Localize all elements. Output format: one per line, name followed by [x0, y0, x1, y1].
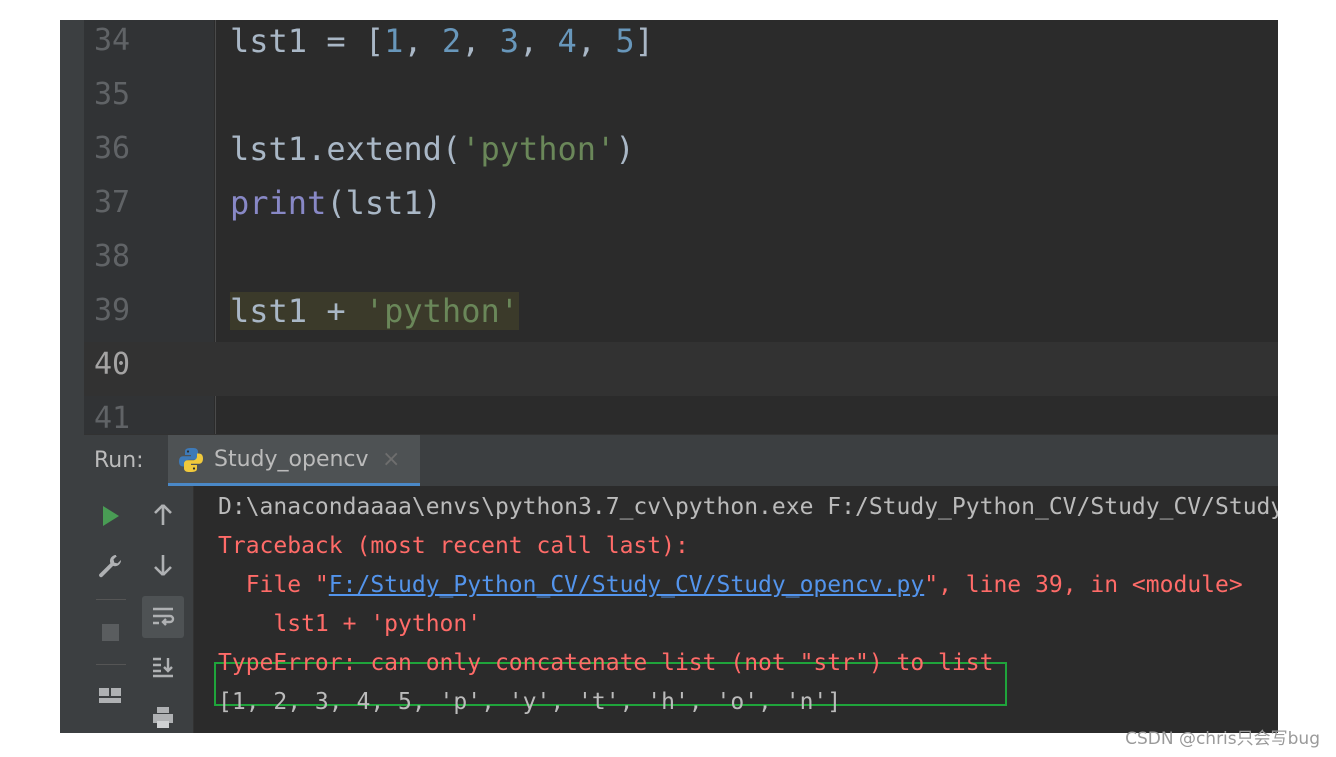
editor-line[interactable]: 36 lst1.extend('python') — [84, 126, 1278, 180]
code-text: lst1.extend('python') — [230, 126, 635, 180]
stop-button[interactable] — [84, 608, 136, 654]
code-token: lst1.extend( — [230, 130, 462, 168]
play-icon — [103, 506, 119, 526]
code-token: , — [518, 22, 558, 60]
run-toolbar-secondary — [136, 486, 194, 733]
ide-window: 34 lst1 = [1, 2, 3, 4, 5] 35 36 lst1.extend(… — [60, 20, 1278, 733]
line-number: 34 — [94, 23, 131, 58]
code-token: ) — [615, 130, 635, 168]
code-token: 3 — [499, 22, 519, 60]
editor-line[interactable]: 40 — [84, 342, 1278, 396]
code-token: 4 — [557, 22, 577, 60]
code-token: print — [230, 184, 327, 222]
editor-line[interactable]: 39 lst1 + 'python' — [84, 288, 1278, 342]
toolbar-separator — [96, 599, 126, 600]
code-text: print(lst1) — [230, 180, 442, 234]
modify-run-config-button[interactable] — [84, 542, 136, 588]
code-token: , — [461, 22, 500, 60]
code-token: lst1 + — [230, 292, 365, 330]
run-console-output[interactable]: D:\anacondaaaa\envs\python3.7_cv\python.… — [194, 486, 1278, 733]
line-number: 40 — [94, 347, 131, 382]
code-token: (lst1) — [326, 184, 442, 222]
code-token: 1 — [384, 22, 404, 60]
scroll-to-end-button[interactable] — [142, 646, 184, 688]
scroll-to-end-icon — [153, 657, 173, 678]
code-text: lst1 + 'python' — [230, 288, 519, 342]
wrench-icon — [99, 555, 122, 578]
source-file-link[interactable]: F:/Study_Python_CV/Study_CV/Study_opencv… — [329, 572, 924, 598]
console-print-output: [1, 2, 3, 4, 5, 'p', 'y', 't', 'h', 'o',… — [218, 689, 842, 715]
print-button[interactable] — [142, 696, 184, 733]
soft-wrap-button[interactable] — [142, 596, 184, 638]
code-token: 'python' — [364, 292, 519, 330]
editor-line[interactable]: 38 — [84, 234, 1278, 288]
line-number: 37 — [94, 185, 131, 220]
watermark: CSDN @chris只会写bug — [1125, 729, 1320, 749]
file-suffix: ", line 39, in <module> — [924, 572, 1243, 598]
code-token: , — [576, 22, 616, 60]
run-tab-label: Study_opencv — [214, 447, 369, 472]
code-token: , — [403, 22, 442, 60]
run-panel-header: Run: Study_opencv × — [84, 434, 1278, 487]
code-token: ] — [634, 22, 654, 60]
stop-icon — [102, 624, 119, 641]
run-tab-study-opencv[interactable]: Study_opencv × — [168, 435, 420, 487]
editor-line[interactable]: 34 lst1 = [1, 2, 3, 4, 5] — [84, 20, 1278, 72]
rerun-button[interactable] — [84, 492, 136, 538]
console-traceback-code: lst1 + 'python' — [218, 611, 482, 637]
code-token: 5 — [615, 22, 635, 60]
code-token: lst1 = [ — [230, 22, 385, 60]
run-toolbar-primary — [84, 486, 136, 733]
tool-window-strip — [60, 20, 84, 733]
editor-line[interactable]: 37 print(lst1) — [84, 180, 1278, 234]
file-prefix: File " — [218, 572, 329, 598]
console-command-line: D:\anacondaaaa\envs\python3.7_cv\python.… — [218, 494, 1278, 520]
arrow-down-icon — [154, 555, 172, 576]
line-number: 36 — [94, 131, 131, 166]
layout-icon — [99, 688, 121, 703]
run-label: Run: — [94, 448, 144, 473]
soft-wrap-icon — [153, 607, 175, 626]
line-number: 41 — [94, 401, 131, 434]
editor-line[interactable]: 41 — [84, 396, 1278, 434]
python-icon — [178, 447, 204, 473]
console-type-error: TypeError: can only concatenate list (no… — [218, 650, 994, 676]
line-number: 39 — [94, 293, 131, 328]
scroll-up-button[interactable] — [142, 494, 184, 536]
line-number: 38 — [94, 239, 131, 274]
toolbar-separator — [96, 664, 126, 665]
editor-line[interactable]: 35 — [84, 72, 1278, 126]
console-traceback-header: Traceback (most recent call last): — [218, 533, 689, 559]
console-traceback-file-line: File "F:/Study_Python_CV/Study_CV/Study_… — [218, 566, 1243, 605]
print-icon — [153, 707, 173, 728]
code-text: lst1 = [1, 2, 3, 4, 5] — [230, 20, 654, 72]
line-number: 35 — [94, 77, 131, 112]
arrow-up-icon — [154, 504, 172, 525]
code-token: 2 — [441, 22, 462, 60]
layout-button[interactable] — [84, 672, 136, 718]
selection-highlight: lst1 + 'python' — [230, 292, 519, 330]
code-token: 'python' — [461, 130, 616, 168]
scroll-down-button[interactable] — [142, 544, 184, 586]
close-icon[interactable]: × — [382, 435, 400, 485]
code-editor[interactable]: 34 lst1 = [1, 2, 3, 4, 5] 35 36 lst1.extend(… — [84, 20, 1278, 434]
